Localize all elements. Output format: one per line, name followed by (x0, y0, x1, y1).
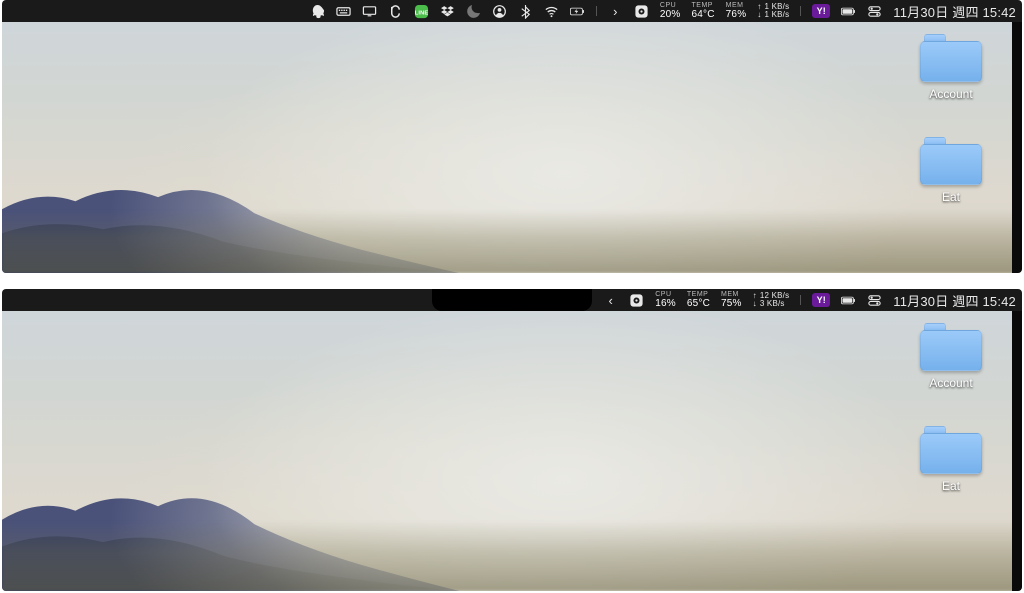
do-not-disturb-icon[interactable] (466, 4, 481, 19)
mem-value: 75% (721, 299, 742, 309)
dropbox-icon[interactable] (440, 4, 455, 19)
line-app-icon[interactable]: LINE (414, 4, 429, 19)
battery-icon[interactable] (841, 293, 856, 308)
arrow-down-icon: ↓ (757, 11, 761, 19)
yahoo-ime-icon[interactable]: Y! (812, 4, 830, 18)
net-down-value: 1 KB/s (765, 11, 790, 19)
menubar-separator (596, 6, 597, 16)
display-icon[interactable] (362, 4, 377, 19)
folder-icon (920, 426, 982, 474)
datetime-display[interactable]: 11月30日 週四 15:42 (893, 2, 1016, 21)
folder-account[interactable]: Account (906, 323, 996, 390)
desktop-folders: Account Eat (906, 34, 996, 204)
net-down-value: 3 KB/s (760, 300, 785, 308)
network-stat[interactable]: ↑1 KB/s ↓1 KB/s (757, 3, 789, 19)
network-stat[interactable]: ↑12 KB/s ↓3 KB/s (753, 292, 790, 308)
folder-eat[interactable]: Eat (906, 137, 996, 204)
control-center-icon[interactable] (867, 293, 882, 308)
menubar-separator (800, 6, 801, 16)
logitech-icon[interactable] (388, 4, 403, 19)
screen-bezel (1012, 311, 1022, 591)
display-notch (432, 289, 592, 311)
temp-value: 65°C (687, 299, 710, 309)
wifi-icon[interactable] (544, 4, 559, 19)
yahoo-ime-icon[interactable]: Y! (812, 293, 830, 307)
screenshot-collapsed-menubar: ‹ CPU 16% TEMP 65°C MEM 75% ↑12 KB/s ↓3 … (2, 289, 1022, 591)
screen-bezel (1012, 22, 1022, 273)
screenshot-expanded-menubar: LINE › CPU 20% TEMP 64°C MEM 76% ↑1 KB/s… (2, 0, 1022, 273)
battery-charging-icon[interactable] (570, 4, 585, 19)
cpu-value: 16% (655, 299, 676, 309)
mem-stat[interactable]: MEM 75% (721, 291, 742, 309)
desktop-area[interactable]: Account Eat (2, 311, 1022, 591)
user-account-icon[interactable] (492, 4, 507, 19)
temp-label: TEMP (692, 2, 713, 9)
control-center-icon[interactable] (867, 4, 882, 19)
folder-account[interactable]: Account (906, 34, 996, 101)
cpu-stat[interactable]: CPU 16% (655, 291, 676, 309)
menubar-separator (800, 295, 801, 305)
cpu-label: CPU (660, 2, 676, 9)
folder-icon (920, 137, 982, 185)
desktop-folders: Account Eat (906, 323, 996, 493)
temp-label: TEMP (687, 291, 708, 298)
mem-label: MEM (726, 2, 744, 9)
bluetooth-icon[interactable] (518, 4, 533, 19)
desktop-area[interactable]: Account Eat (2, 22, 1022, 273)
cleanmymac-icon[interactable] (634, 4, 649, 19)
folder-icon (920, 323, 982, 371)
mem-label: MEM (721, 291, 739, 298)
folder-icon (920, 34, 982, 82)
arrow-down-icon: ↓ (753, 300, 757, 308)
menubar: LINE › CPU 20% TEMP 64°C MEM 76% ↑1 KB/s… (2, 0, 1022, 22)
cleanmymac-icon[interactable] (629, 293, 644, 308)
battery-icon[interactable] (841, 4, 856, 19)
mem-stat[interactable]: MEM 76% (726, 2, 747, 20)
wallpaper-treeline (2, 521, 1022, 591)
datetime-display[interactable]: 11月30日 週四 15:42 (893, 291, 1016, 310)
temp-stat[interactable]: TEMP 64°C (692, 2, 715, 20)
wallpaper-treeline (2, 210, 1022, 273)
folder-label: Eat (942, 190, 960, 204)
cpu-value: 20% (660, 10, 681, 20)
svg-text:LINE: LINE (415, 10, 429, 16)
folder-label: Eat (942, 479, 960, 493)
temp-stat[interactable]: TEMP 65°C (687, 291, 710, 309)
chevron-left-icon[interactable]: ‹ (603, 293, 618, 308)
folder-eat[interactable]: Eat (906, 426, 996, 493)
cpu-label: CPU (655, 291, 671, 298)
folder-label: Account (929, 376, 972, 390)
cpu-stat[interactable]: CPU 20% (660, 2, 681, 20)
chevron-right-icon[interactable]: › (608, 4, 623, 19)
temp-value: 64°C (692, 10, 715, 20)
qq-icon[interactable] (310, 4, 325, 19)
mem-value: 76% (726, 10, 747, 20)
folder-label: Account (929, 87, 972, 101)
keyboard-icon[interactable] (336, 4, 351, 19)
